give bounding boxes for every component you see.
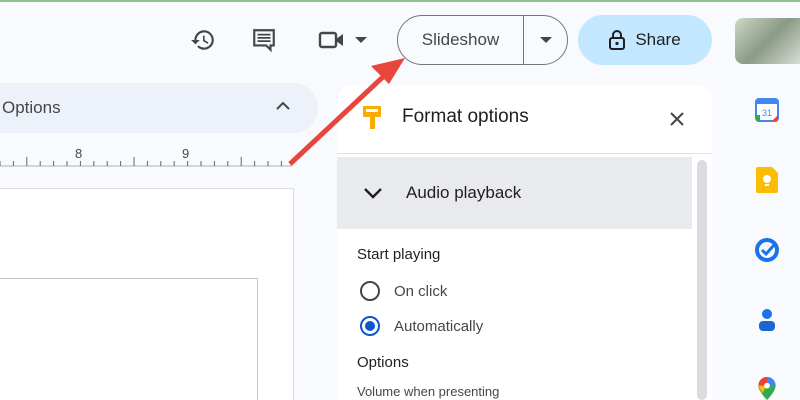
audio-playback-section-header[interactable]: Audio playback [337,157,692,229]
calendar-icon[interactable]: 31 [754,97,780,123]
slideshow-split-button[interactable]: Slideshow [397,15,568,65]
contacts-icon[interactable] [754,307,780,333]
options-bar[interactable]: Options [0,83,318,133]
comments-icon[interactable] [249,26,279,54]
window-top-border [0,0,800,2]
video-call-icon[interactable] [316,26,348,54]
keep-icon[interactable] [754,167,780,193]
chevron-down-icon [364,188,382,199]
panel-scrollbar[interactable] [697,160,707,400]
panel-divider [337,153,712,154]
slideshow-dropdown-button[interactable] [524,16,567,64]
horizontal-ruler [0,157,292,167]
radio-button-selected[interactable] [360,316,380,336]
start-playing-label: Start playing [357,246,441,263]
caret-down-icon [539,37,552,43]
share-button[interactable]: Share [578,15,712,65]
radio-on-click[interactable]: On click [360,281,447,301]
slideshow-button[interactable]: Slideshow [398,16,524,64]
maps-icon[interactable] [754,377,780,400]
tasks-icon[interactable] [754,237,780,263]
radio-automatically[interactable]: Automatically [360,316,483,336]
radio-button[interactable] [360,281,380,301]
chevron-up-icon[interactable] [276,101,290,110]
share-label: Share [635,30,681,49]
panel-title: Format options [402,106,529,127]
format-options-panel [337,85,712,400]
account-avatar[interactable] [735,18,800,64]
ruler-label-9: 9 [182,146,190,161]
section-title: Audio playback [406,183,522,202]
options-heading: Options [357,354,409,371]
svg-text:31: 31 [762,108,772,118]
video-call-dropdown-icon[interactable] [352,32,370,48]
volume-label: Volume when presenting [357,384,500,399]
lock-icon [609,30,626,50]
close-icon[interactable] [667,109,687,129]
options-bar-label: Options [2,98,61,117]
version-history-icon[interactable] [188,26,218,54]
paint-roller-icon [360,104,384,132]
slide-content-box[interactable] [0,278,258,400]
ruler-label-8: 8 [75,146,83,161]
radio-label: Automatically [394,317,484,335]
radio-label: On click [394,282,448,300]
